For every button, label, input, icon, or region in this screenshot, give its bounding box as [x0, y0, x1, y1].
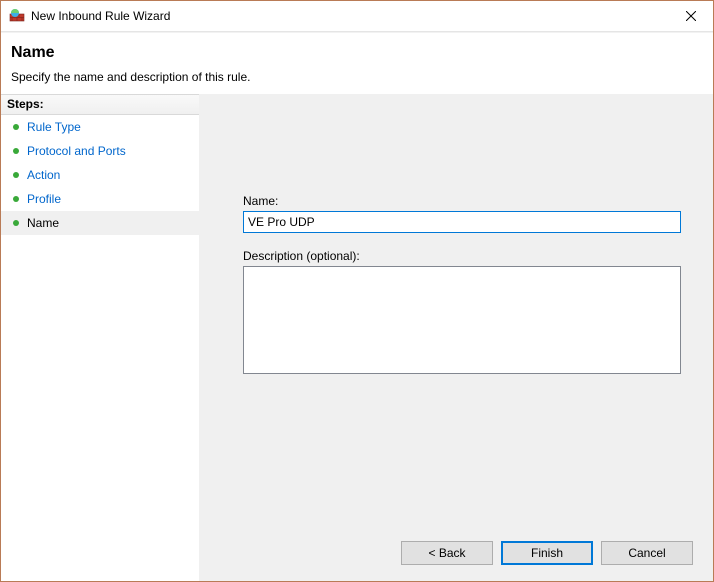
- step-name[interactable]: Name: [1, 211, 199, 235]
- content-split: Steps: Rule Type Protocol and Ports Acti…: [1, 94, 713, 581]
- back-button[interactable]: < Back: [401, 541, 493, 565]
- wizard-header: Name Specify the name and description of…: [1, 32, 713, 94]
- description-label: Description (optional):: [243, 249, 683, 263]
- main-panel: Name: Description (optional): < Back Fin…: [199, 94, 713, 581]
- description-input[interactable]: [243, 266, 681, 374]
- close-icon: [686, 11, 696, 21]
- step-rule-type[interactable]: Rule Type: [1, 115, 199, 139]
- steps-sidebar: Steps: Rule Type Protocol and Ports Acti…: [1, 94, 199, 581]
- step-link[interactable]: Rule Type: [27, 120, 81, 134]
- close-button[interactable]: [668, 1, 713, 31]
- steps-header: Steps:: [1, 94, 199, 115]
- cancel-button[interactable]: Cancel: [601, 541, 693, 565]
- name-input[interactable]: [243, 211, 681, 233]
- bullet-icon: [13, 220, 19, 226]
- step-link[interactable]: Protocol and Ports: [27, 144, 126, 158]
- form-area: Name: Description (optional):: [199, 94, 713, 377]
- page-title: Name: [11, 44, 703, 62]
- wizard-window: New Inbound Rule Wizard Name Specify the…: [0, 0, 714, 582]
- bullet-icon: [13, 172, 19, 178]
- finish-button[interactable]: Finish: [501, 541, 593, 565]
- step-label: Name: [27, 216, 59, 230]
- bullet-icon: [13, 124, 19, 130]
- step-link[interactable]: Profile: [27, 192, 61, 206]
- wizard-footer: < Back Finish Cancel: [199, 533, 713, 581]
- page-subtitle: Specify the name and description of this…: [11, 70, 703, 84]
- titlebar: New Inbound Rule Wizard: [1, 1, 713, 32]
- step-protocol-ports[interactable]: Protocol and Ports: [1, 139, 199, 163]
- bullet-icon: [13, 196, 19, 202]
- name-label: Name:: [243, 194, 683, 208]
- step-link[interactable]: Action: [27, 168, 60, 182]
- bullet-icon: [13, 148, 19, 154]
- window-title: New Inbound Rule Wizard: [31, 9, 668, 23]
- firewall-icon: [9, 8, 25, 24]
- step-action[interactable]: Action: [1, 163, 199, 187]
- step-profile[interactable]: Profile: [1, 187, 199, 211]
